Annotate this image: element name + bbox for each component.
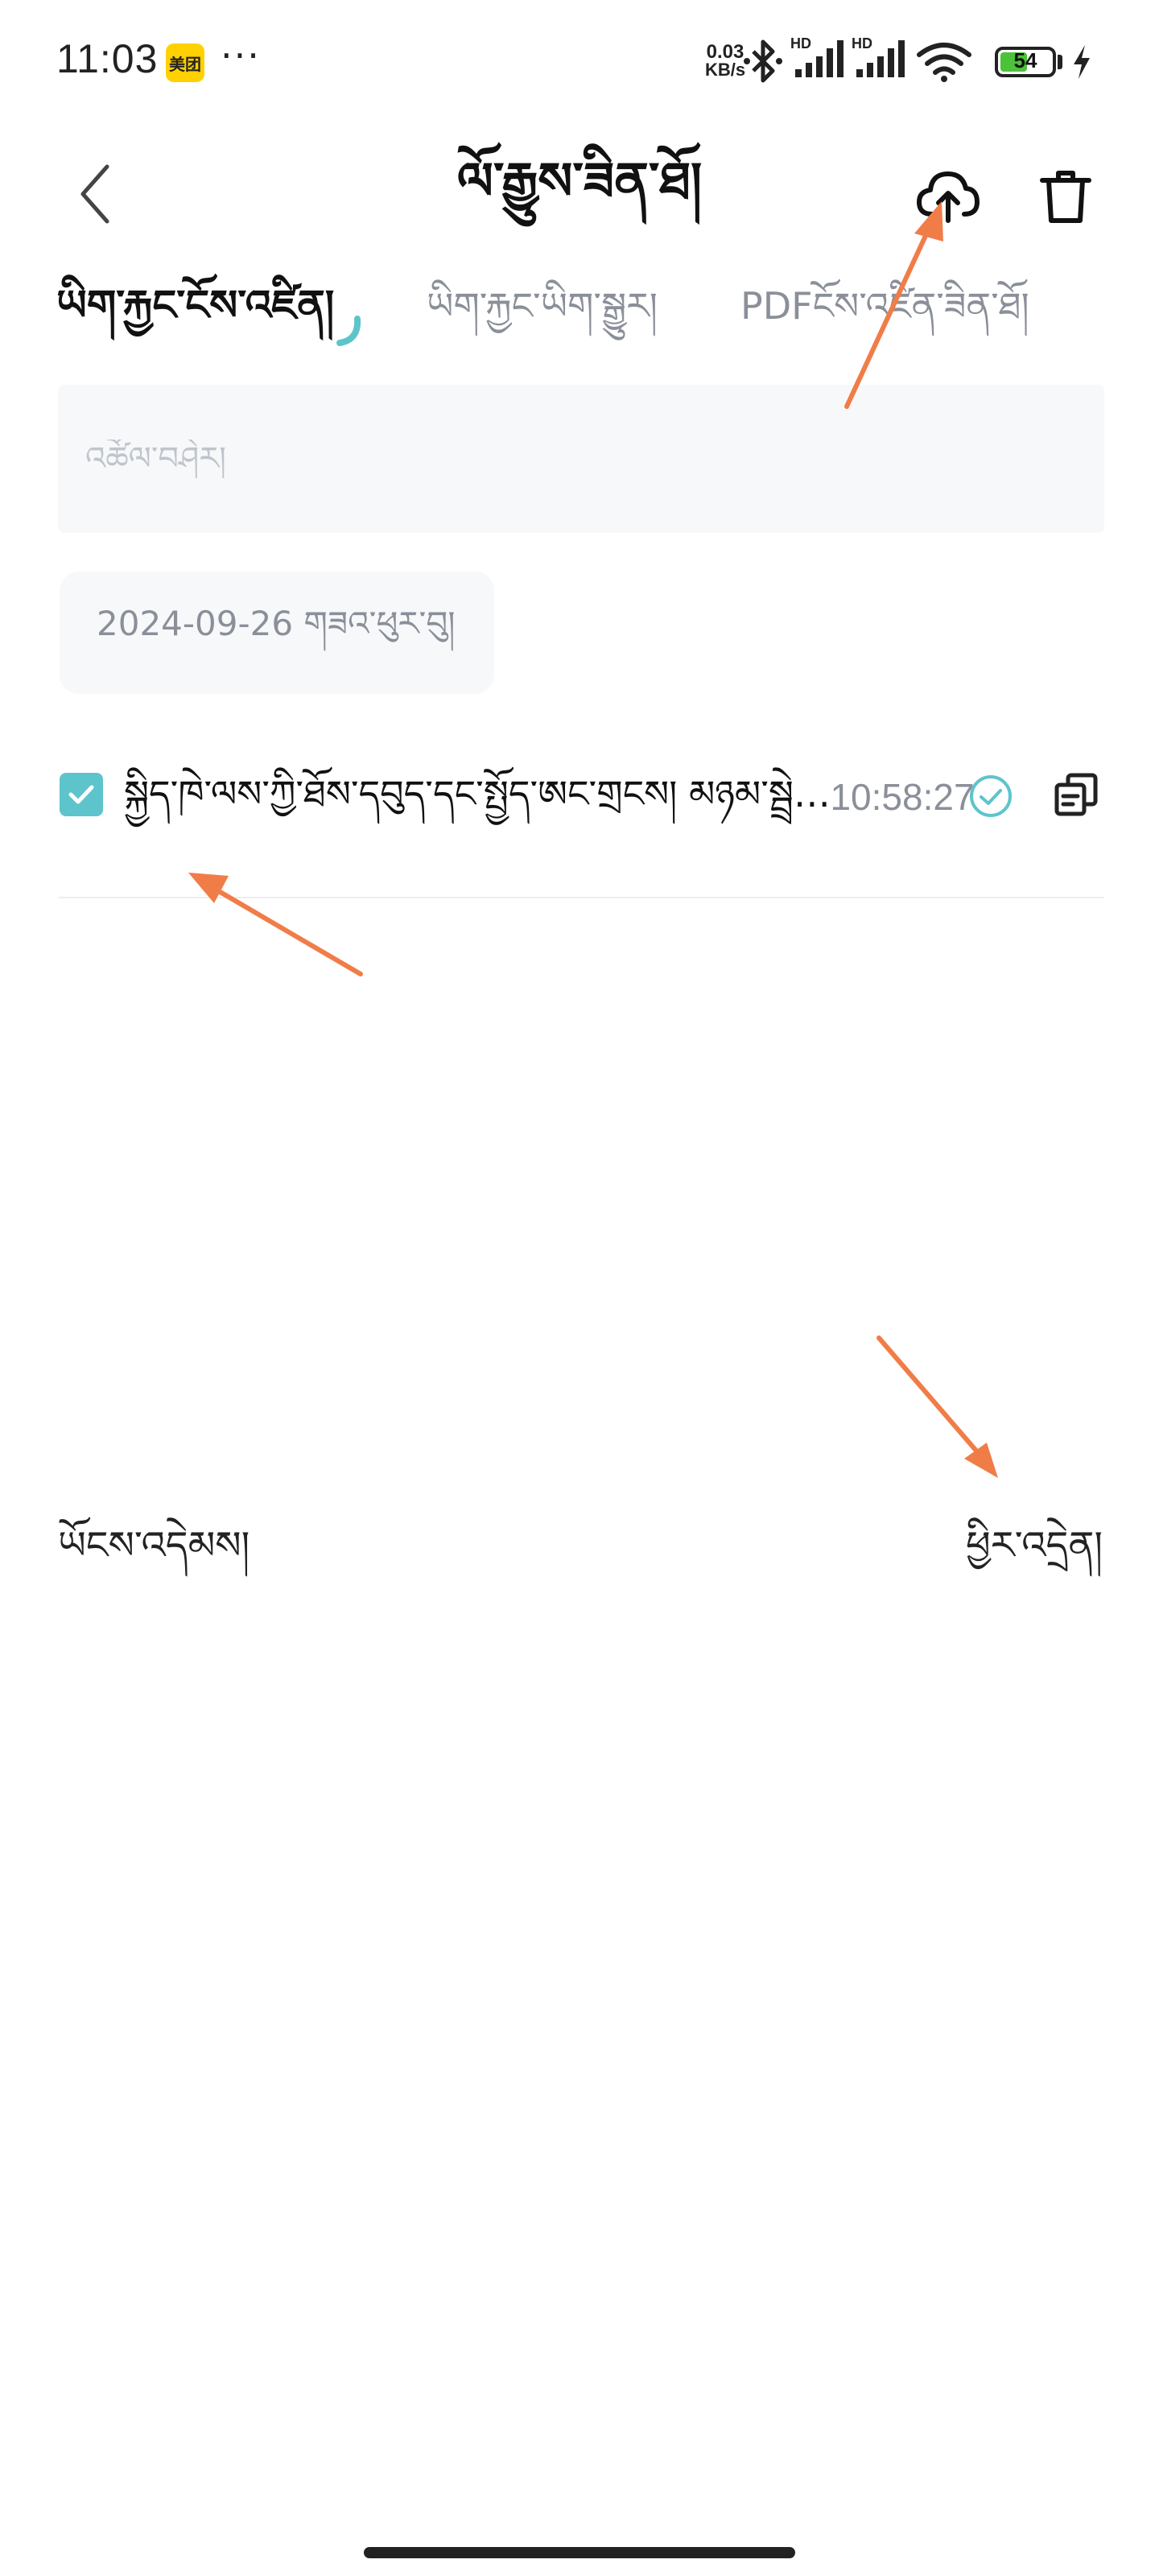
- copy-button[interactable]: [1048, 766, 1104, 823]
- status-bar: 11:03 美团 ··· 0.03 KB/s HD HD 54: [0, 0, 1159, 121]
- trash-icon: [1040, 171, 1091, 223]
- charging-icon: [1074, 45, 1090, 79]
- cell-signal-1-icon: HD: [790, 35, 843, 79]
- bluetooth-icon: [744, 39, 782, 83]
- tab-text-translation[interactable]: ཡིག་རྐྱང་ཡིག་སྒྱུར།: [427, 266, 658, 346]
- app-badge-icon: 美团: [166, 43, 204, 82]
- home-indicator[interactable]: [364, 2547, 795, 2558]
- tab-bar: ཡིག་རྐྱང་ངོས་འཛིན། ཡིག་རྐྱང་ཡིག་སྒྱུར། P…: [56, 266, 1103, 354]
- copy-icon: [1054, 773, 1098, 816]
- checkmark-icon: [68, 785, 94, 804]
- status-more-icon: ···: [221, 34, 261, 77]
- record-checkbox[interactable]: [60, 773, 103, 816]
- active-tab-indicator: [336, 316, 361, 346]
- battery-cap: [1058, 55, 1062, 69]
- tab-pdf-recognition-history[interactable]: PDFངོས་འཛིན་ཟིན་ཐོ།: [740, 266, 1029, 346]
- battery-level: 54: [1013, 48, 1037, 72]
- wifi-icon: [917, 43, 971, 82]
- tab-text-recognition[interactable]: ཡིག་རྐྱང་ངོས་འཛིན།: [56, 266, 334, 346]
- record-row[interactable]: སྐྱིད་ཁེ་ལས་ཀྱི་ཐོས་དབུད་དང་སྤྱོད་ཨང་གྲང…: [58, 724, 1104, 898]
- arrow-to-export: [876, 1335, 998, 1478]
- cell-signal-2-icon: HD: [852, 35, 905, 79]
- select-all-button[interactable]: ཡོངས་འདེམས།: [58, 1505, 250, 1586]
- back-button[interactable]: [63, 158, 127, 230]
- delete-button[interactable]: [1032, 161, 1099, 233]
- export-button[interactable]: ཕྱིར་འདྲེན།: [966, 1505, 1103, 1586]
- record-title: སྐྱིད་ཁེ་ལས་ཀྱི་ཐོས་དབུད་དང་སྤྱོད་ཨང་གྲང…: [124, 772, 832, 815]
- chevron-left-icon: [80, 164, 109, 224]
- page-title: ལོ་རྒྱུས་ཟིན་ཐོ།: [456, 152, 703, 212]
- battery-icon: 54: [995, 47, 1056, 77]
- date-group-label: 2024-09-26 གཟའ་ཕུར་བུ།: [60, 572, 494, 694]
- search-box[interactable]: [58, 385, 1104, 533]
- upload-button[interactable]: [911, 159, 985, 233]
- check-circle-icon: [970, 775, 1012, 817]
- search-input[interactable]: [84, 440, 1079, 478]
- cloud-upload-icon: [917, 171, 980, 223]
- status-time: 11:03: [56, 36, 159, 81]
